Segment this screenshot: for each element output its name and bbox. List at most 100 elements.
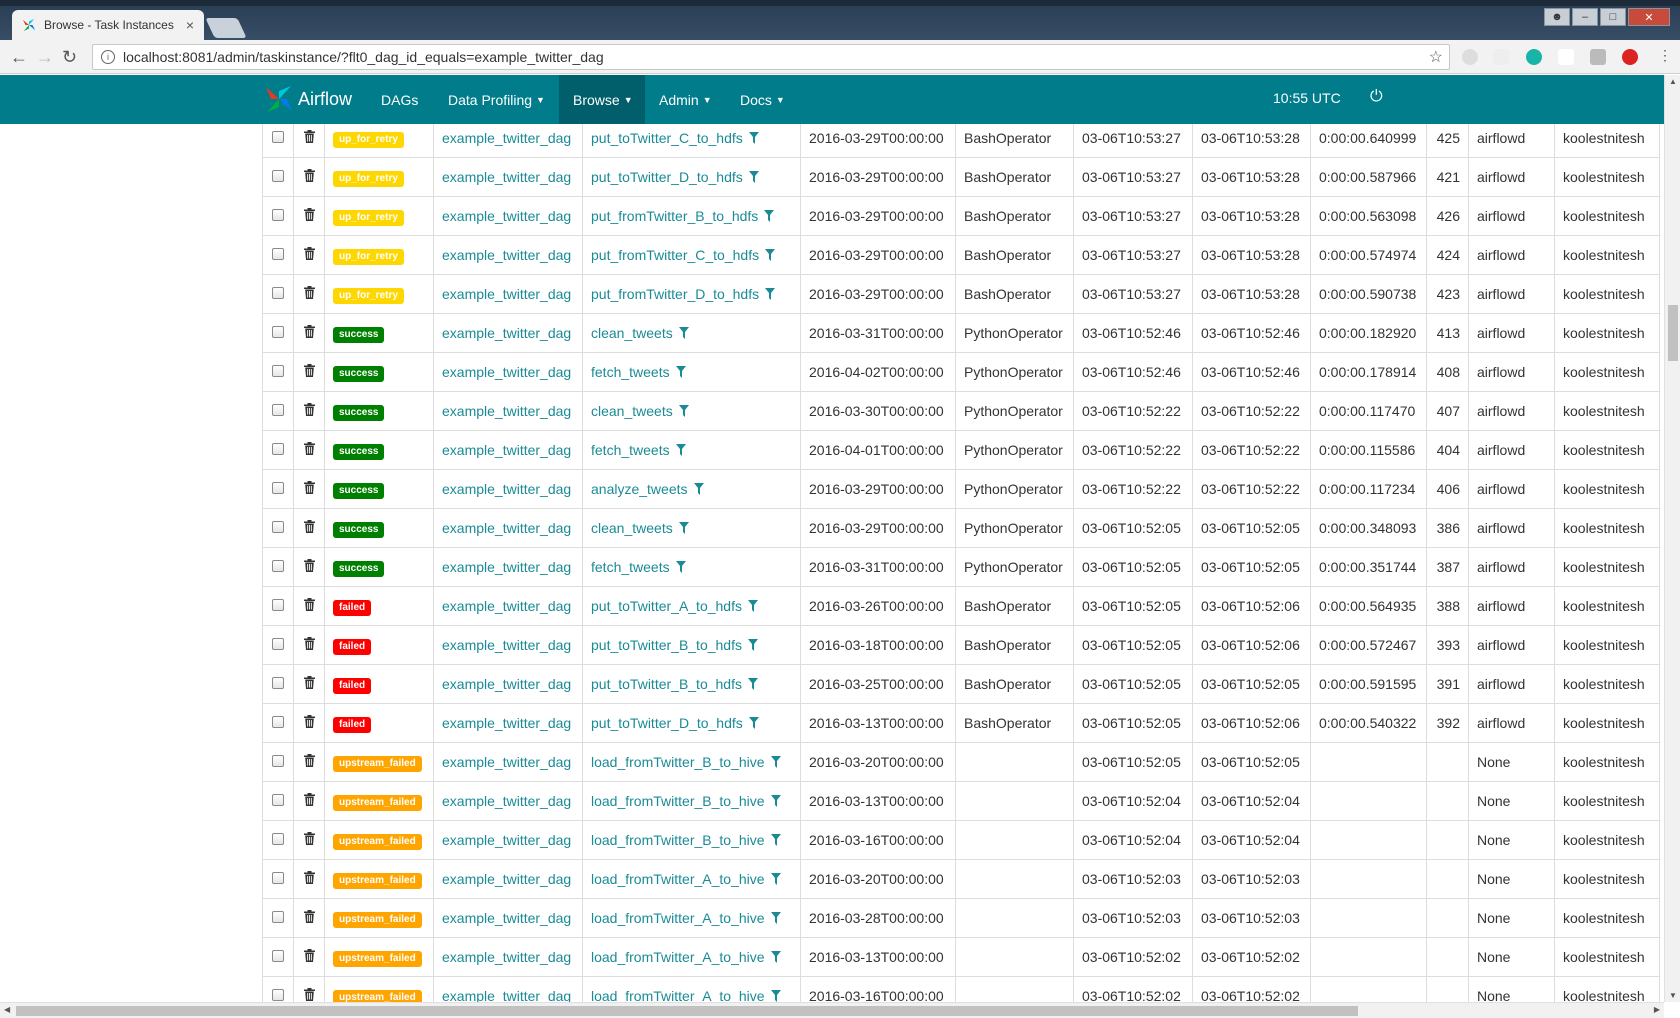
close-window-icon[interactable]: ✕ — [1628, 8, 1670, 26]
filter-icon[interactable] — [748, 639, 758, 651]
dag-id-link[interactable]: example_twitter_dag — [442, 442, 571, 458]
dag-id-link[interactable]: example_twitter_dag — [442, 793, 571, 809]
dag-id-link[interactable]: example_twitter_dag — [442, 520, 571, 536]
task-id-link[interactable]: fetch_tweets — [591, 559, 670, 575]
trash-icon[interactable] — [303, 247, 315, 260]
horizontal-scroll-thumb[interactable] — [16, 1006, 1358, 1016]
scroll-left-arrow-icon[interactable]: ◀ — [4, 1005, 10, 1014]
nav-dags[interactable]: DAGs — [367, 75, 432, 124]
horizontal-scrollbar[interactable]: ◀ ▶ — [0, 1002, 1664, 1018]
row-checkbox[interactable] — [272, 170, 284, 182]
trash-icon[interactable] — [303, 403, 315, 416]
trash-icon[interactable] — [303, 598, 315, 611]
task-id-link[interactable]: load_fromTwitter_A_to_hive — [591, 910, 765, 926]
filter-icon[interactable] — [748, 600, 758, 612]
dag-id-link[interactable]: example_twitter_dag — [442, 403, 571, 419]
row-checkbox[interactable] — [272, 794, 284, 806]
filter-icon[interactable] — [748, 717, 759, 729]
task-id-link[interactable]: put_toTwitter_C_to_hdfs — [591, 130, 743, 146]
row-checkbox[interactable] — [272, 248, 284, 260]
filter-icon[interactable] — [765, 288, 776, 300]
row-checkbox[interactable] — [272, 755, 284, 767]
row-checkbox[interactable] — [272, 209, 284, 221]
task-id-link[interactable]: put_fromTwitter_C_to_hdfs — [591, 247, 759, 263]
row-checkbox[interactable] — [272, 482, 284, 494]
trash-icon[interactable] — [303, 871, 315, 884]
dag-id-link[interactable]: example_twitter_dag — [442, 715, 571, 731]
extension-icon-3[interactable] — [1526, 49, 1542, 65]
dag-id-link[interactable]: example_twitter_dag — [442, 325, 571, 341]
menu-kebab-icon[interactable]: ⋮ — [1658, 47, 1672, 64]
row-checkbox[interactable] — [272, 872, 284, 884]
filter-icon[interactable] — [678, 405, 689, 417]
task-id-link[interactable]: load_fromTwitter_B_to_hive — [591, 754, 765, 770]
row-checkbox[interactable] — [272, 404, 284, 416]
airflow-brand[interactable]: Airflow — [264, 84, 352, 114]
vertical-scrollbar[interactable]: ▲ ▼ — [1664, 75, 1680, 1002]
back-arrow-icon[interactable]: ← — [10, 47, 28, 68]
dag-id-link[interactable]: example_twitter_dag — [442, 832, 571, 848]
filter-icon[interactable] — [770, 912, 781, 924]
dag-id-link[interactable]: example_twitter_dag — [442, 988, 571, 1002]
task-id-link[interactable]: clean_tweets — [591, 325, 673, 341]
row-checkbox[interactable] — [272, 716, 284, 728]
dag-id-link[interactable]: example_twitter_dag — [442, 169, 571, 185]
extension-icon-6[interactable] — [1622, 49, 1638, 65]
info-icon[interactable]: i — [101, 50, 115, 64]
reload-icon[interactable]: ↻ — [62, 47, 77, 68]
task-id-link[interactable]: put_toTwitter_A_to_hdfs — [591, 598, 742, 614]
row-checkbox[interactable] — [272, 911, 284, 923]
dag-id-link[interactable]: example_twitter_dag — [442, 910, 571, 926]
scroll-down-arrow-icon[interactable]: ▼ — [1669, 991, 1677, 1000]
dag-id-link[interactable]: example_twitter_dag — [442, 364, 571, 380]
task-id-link[interactable]: put_toTwitter_D_to_hdfs — [591, 169, 743, 185]
task-id-link[interactable]: clean_tweets — [591, 403, 673, 419]
dag-id-link[interactable]: example_twitter_dag — [442, 481, 571, 497]
filter-icon[interactable] — [765, 249, 776, 261]
url-bar[interactable]: i localhost:8081/admin/taskinstance/?flt… — [92, 44, 1450, 70]
filter-icon[interactable] — [770, 990, 781, 1002]
dag-id-link[interactable]: example_twitter_dag — [442, 871, 571, 887]
filter-icon[interactable] — [678, 522, 689, 534]
trash-icon[interactable] — [303, 832, 315, 845]
dag-id-link[interactable]: example_twitter_dag — [442, 949, 571, 965]
task-id-link[interactable]: put_toTwitter_B_to_hdfs — [591, 676, 742, 692]
trash-icon[interactable] — [303, 754, 315, 767]
task-id-link[interactable]: put_fromTwitter_D_to_hdfs — [591, 286, 759, 302]
trash-icon[interactable] — [303, 364, 315, 377]
trash-icon[interactable] — [303, 169, 315, 182]
task-id-link[interactable]: put_toTwitter_D_to_hdfs — [591, 715, 743, 731]
row-checkbox[interactable] — [272, 131, 284, 143]
trash-icon[interactable] — [303, 481, 315, 494]
row-checkbox[interactable] — [272, 443, 284, 455]
trash-icon[interactable] — [303, 325, 315, 338]
filter-icon[interactable] — [675, 561, 686, 573]
profile-icon[interactable]: ☻ — [1544, 8, 1570, 26]
trash-icon[interactable] — [303, 988, 315, 1001]
dag-id-link[interactable]: example_twitter_dag — [442, 208, 571, 224]
filter-icon[interactable] — [678, 327, 689, 339]
task-id-link[interactable]: load_fromTwitter_A_to_hive — [591, 949, 765, 965]
filter-icon[interactable] — [770, 756, 781, 768]
row-checkbox[interactable] — [272, 560, 284, 572]
filter-icon[interactable] — [748, 132, 759, 144]
nav-data-profiling[interactable]: Data Profiling ▼ — [434, 75, 559, 124]
task-id-link[interactable]: put_fromTwitter_B_to_hdfs — [591, 208, 758, 224]
task-id-link[interactable]: clean_tweets — [591, 520, 673, 536]
filter-icon[interactable] — [748, 171, 759, 183]
trash-icon[interactable] — [303, 637, 315, 650]
trash-icon[interactable] — [303, 286, 315, 299]
row-checkbox[interactable] — [272, 677, 284, 689]
trash-icon[interactable] — [303, 676, 315, 689]
nav-browse[interactable]: Browse ▼ — [559, 75, 645, 124]
scroll-right-arrow-icon[interactable]: ▶ — [1654, 1005, 1660, 1014]
forward-arrow-icon[interactable]: → — [36, 47, 54, 68]
nav-admin[interactable]: Admin ▼ — [645, 75, 726, 124]
row-checkbox[interactable] — [272, 833, 284, 845]
extension-icon-2[interactable] — [1493, 49, 1509, 65]
filter-icon[interactable] — [770, 795, 781, 807]
task-id-link[interactable]: fetch_tweets — [591, 364, 670, 380]
power-logout-icon[interactable]: ⏻ — [1370, 88, 1383, 106]
new-tab-button[interactable] — [205, 18, 247, 38]
dag-id-link[interactable]: example_twitter_dag — [442, 637, 571, 653]
